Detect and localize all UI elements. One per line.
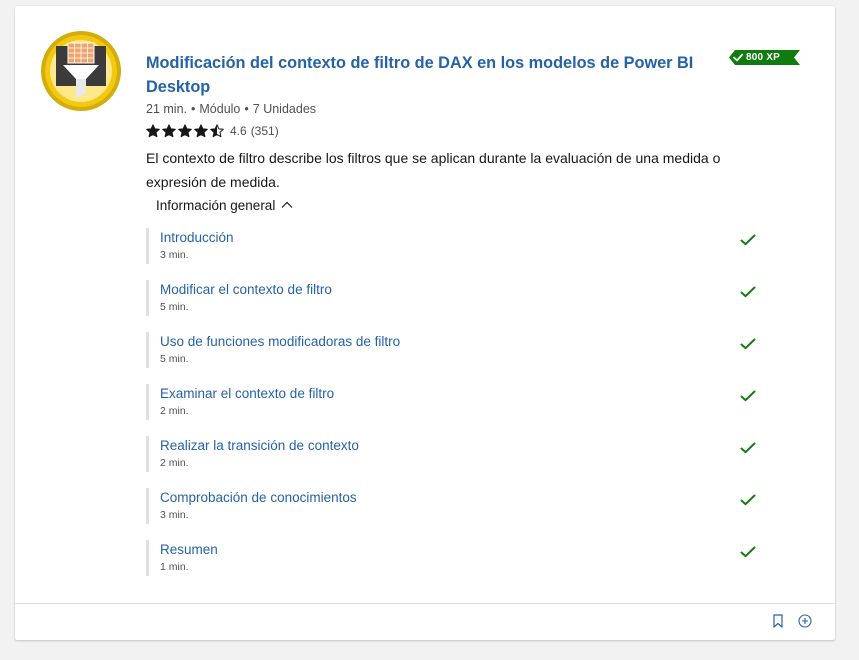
unit-item: Modificar el contexto de filtro 5 min. [146, 280, 756, 316]
unit-duration: 1 min. [160, 561, 189, 573]
meta-separator: • [244, 102, 249, 116]
module-duration: 21 min. [146, 102, 187, 116]
unit-duration: 3 min. [160, 509, 189, 521]
xp-value: 800 XP [746, 52, 781, 63]
unit-item: Uso de funciones modificadoras de filtro… [146, 332, 756, 368]
module-type: Módulo [199, 102, 241, 116]
xp-badge: 800 XP [729, 50, 800, 65]
check-icon [740, 338, 756, 350]
bookmark-button[interactable] [769, 612, 787, 630]
star-half-icon [210, 124, 224, 138]
check-icon [740, 442, 756, 454]
module-description: El contexto de filtro describe los filtr… [146, 150, 721, 190]
rating-value: 4.6 [230, 124, 247, 138]
check-icon [740, 546, 756, 558]
unit-item: Realizar la transición de contexto 2 min. [146, 436, 756, 472]
chevron-up-icon [281, 201, 293, 208]
check-icon [740, 286, 756, 298]
module-meta: 21 min. • Módulo • 7 Unidades [146, 102, 316, 116]
overview-toggle-button[interactable]: Información general [156, 195, 293, 215]
unit-duration: 3 min. [160, 249, 189, 261]
unit-item: Comprobación de conocimientos 3 min. [146, 488, 756, 524]
unit-list: Introducción 3 min. Modificar el contexto … [146, 228, 756, 592]
unit-title-link[interactable]: Comprobación de conocimientos [160, 488, 756, 508]
bookmark-icon [773, 614, 783, 628]
star-full-icon [194, 124, 208, 138]
star-full-icon [178, 124, 192, 138]
unit-title-link[interactable]: Examinar el contexto de filtro [160, 384, 756, 404]
check-icon [740, 390, 756, 402]
overview-label: Información general [156, 197, 276, 213]
unit-duration: 2 min. [160, 457, 189, 469]
unit-duration: 5 min. [160, 301, 189, 313]
unit-duration: 5 min. [160, 353, 189, 365]
unit-duration: 2 min. [160, 405, 189, 417]
unit-title-link[interactable]: Modificar el contexto de filtro [160, 280, 756, 300]
star-full-icon [146, 124, 160, 138]
check-icon [740, 234, 756, 246]
star-full-icon [162, 124, 176, 138]
unit-title-link[interactable]: Introducción [160, 228, 756, 248]
check-icon [740, 494, 756, 506]
unit-title-link[interactable]: Resumen [160, 540, 756, 560]
unit-item: Resumen 1 min. [146, 540, 756, 576]
module-units-count: 7 Unidades [252, 102, 317, 116]
module-rating: 4.6 (351) [146, 123, 279, 139]
add-to-collection-button[interactable] [796, 612, 814, 630]
rating-count: (351) [250, 124, 279, 138]
unit-title-link[interactable]: Realizar la transición de contexto [160, 436, 756, 456]
card-footer [15, 603, 835, 641]
rating-stars [146, 124, 224, 138]
unit-item: Introducción 3 min. [146, 228, 756, 264]
meta-separator: • [191, 102, 196, 116]
add-circle-icon [798, 614, 812, 628]
filter-funnel-trophy-icon [41, 31, 121, 111]
module-card: Modificación del contexto de filtro de D… [15, 6, 835, 640]
unit-item: Examinar el contexto de filtro 2 min. [146, 384, 756, 420]
module-title[interactable]: Modificación del contexto de filtro de D… [146, 51, 706, 99]
unit-title-link[interactable]: Uso de funciones modificadoras de filtro [160, 332, 756, 352]
